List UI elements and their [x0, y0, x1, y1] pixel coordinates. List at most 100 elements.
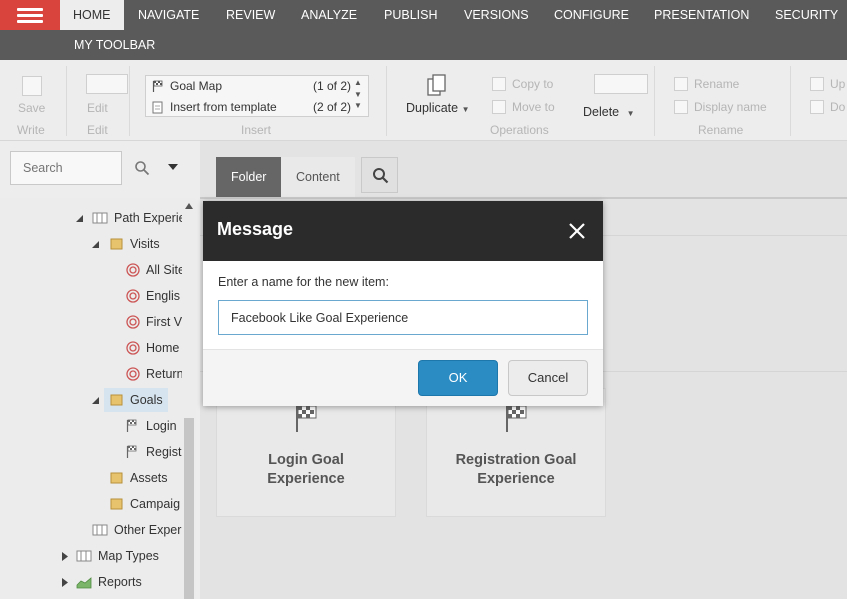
- card-title: Registration Goal Experience: [427, 451, 605, 489]
- tab-home[interactable]: HOME: [60, 0, 124, 30]
- tab-content[interactable]: Content: [281, 157, 355, 197]
- move-to-label: Move to: [512, 100, 555, 114]
- display-name-checkbox[interactable]: [674, 100, 688, 114]
- tab-review[interactable]: REVIEW: [213, 0, 288, 30]
- tree-item-path-experiences[interactable]: Path Experie: [74, 206, 182, 230]
- down-checkbox[interactable]: [810, 100, 824, 114]
- duplicate-label: Duplicate: [406, 101, 459, 115]
- scroll-up-icon[interactable]: ▲: [352, 78, 364, 87]
- save-image-icon: [22, 76, 42, 96]
- tree-item-label: Reports: [98, 575, 142, 589]
- tab-folder[interactable]: Folder: [216, 157, 282, 197]
- tab-security[interactable]: SECURITY: [762, 0, 847, 30]
- tree-item-label: Campaig: [130, 497, 181, 511]
- hamburger-menu-icon[interactable]: [0, 0, 60, 30]
- move-to-checkbox[interactable]: [492, 100, 506, 114]
- ribbon-divider: [654, 66, 655, 136]
- search-icon[interactable]: [134, 160, 150, 176]
- collapse-arrow-icon[interactable]: [76, 215, 83, 222]
- scrollbar-thumb[interactable]: [184, 418, 194, 599]
- card-title-line: Registration Goal: [455, 452, 577, 468]
- tree-item-visits[interactable]: Visits: [90, 232, 182, 256]
- tree-item-label: Assets: [130, 471, 168, 485]
- ribbon-divider: [790, 66, 791, 136]
- tab-analyze[interactable]: ANALYZE: [288, 0, 370, 30]
- insert-list-scroller[interactable]: ▲ ▼ ▼: [352, 76, 364, 116]
- target-icon: [126, 315, 140, 329]
- tree-item-registration[interactable]: Regist: [124, 440, 182, 464]
- item-card-registration-goal-experience[interactable]: Registration Goal Experience: [426, 388, 606, 517]
- chevron-down-icon[interactable]: [168, 164, 178, 171]
- scroll-down-icon[interactable]: ▼: [352, 90, 364, 99]
- insert-option-label: Goal Map: [170, 79, 223, 93]
- new-item-name-input[interactable]: [218, 300, 588, 335]
- message-dialog: Message Enter a name for the new item: O…: [203, 201, 603, 406]
- up-checkbox[interactable]: [810, 77, 824, 91]
- card-title-line: Login Goal: [268, 452, 344, 468]
- edit-button[interactable]: Edit: [87, 101, 108, 115]
- path-map-icon: [92, 212, 108, 224]
- tree-item-home[interactable]: Home: [124, 336, 182, 360]
- target-icon: [126, 263, 140, 277]
- dialog-footer: OK Cancel: [203, 349, 603, 406]
- edit-image-icon: [86, 74, 128, 94]
- ok-button[interactable]: OK: [418, 360, 498, 396]
- card-title-line: Experience: [477, 471, 555, 487]
- expand-arrow-icon[interactable]: [62, 552, 68, 561]
- main-search-button[interactable]: [361, 157, 398, 193]
- tab-navigate[interactable]: NAVIGATE: [125, 0, 212, 30]
- insert-option-goal-map[interactable]: Goal Map (1 of 2): [146, 76, 351, 96]
- collapse-arrow-icon[interactable]: [92, 397, 99, 404]
- tree-item-map-types[interactable]: Map Types: [58, 544, 182, 568]
- tree-item-other-experiences[interactable]: Other Experi: [90, 518, 182, 542]
- target-icon: [126, 367, 140, 381]
- down-label: Do: [830, 100, 846, 114]
- tree-scrollbar[interactable]: [182, 198, 196, 599]
- tree-item-campaigns[interactable]: Campaig: [108, 492, 182, 516]
- delete-label: Delete: [583, 105, 620, 119]
- expand-arrow-icon[interactable]: [62, 578, 68, 587]
- duplicate-button[interactable]: Duplicate ▼: [406, 101, 470, 115]
- tree-item-label: Map Types: [98, 549, 159, 563]
- cancel-button[interactable]: Cancel: [508, 360, 588, 396]
- tab-versions[interactable]: VERSIONS: [451, 0, 542, 30]
- rename-checkbox[interactable]: [674, 77, 688, 91]
- tree-item-all-site[interactable]: All Site: [124, 258, 182, 282]
- tree-item-goals[interactable]: Goals: [90, 388, 182, 412]
- tree-item-assets[interactable]: Assets: [108, 466, 182, 490]
- search-input[interactable]: [10, 151, 122, 185]
- dialog-header: Message: [203, 201, 603, 261]
- close-icon[interactable]: [567, 221, 587, 241]
- chevron-down-icon: ▼: [626, 109, 635, 118]
- edit-group-label: Edit: [87, 123, 108, 137]
- scroll-up-icon[interactable]: [185, 203, 193, 209]
- collapse-arrow-icon[interactable]: [92, 241, 99, 248]
- flag-icon: [296, 405, 317, 432]
- content-tree: Path Experie Visits All Site Englis Firs…: [0, 198, 182, 599]
- save-button[interactable]: Save: [18, 101, 45, 115]
- tree-item-label: Return: [146, 367, 182, 381]
- tab-presentation[interactable]: PRESENTATION: [641, 0, 762, 30]
- ribbon-divider: [129, 66, 130, 136]
- expand-icon[interactable]: ▼: [352, 101, 364, 110]
- tree-item-english[interactable]: Englis: [124, 284, 182, 308]
- tree-item-return[interactable]: Return: [124, 362, 182, 386]
- copy-to-checkbox[interactable]: [492, 77, 506, 91]
- duplicate-icon: [427, 74, 446, 96]
- path-map-icon: [76, 550, 92, 562]
- tree-item-label: Goals: [130, 393, 163, 407]
- tree-item-first-visit[interactable]: First V: [124, 310, 182, 334]
- ribbon: Save Write Edit Edit Goal Map (1 of 2) I…: [0, 60, 847, 141]
- card-title-line: Experience: [267, 471, 345, 487]
- tree-item-reports[interactable]: Reports: [58, 570, 182, 594]
- delete-button[interactable]: Delete ▼: [583, 105, 635, 119]
- operations-group-label: Operations: [490, 123, 549, 137]
- my-toolbar-tab[interactable]: MY TOOLBAR: [74, 30, 155, 60]
- tree-item-login[interactable]: Login: [124, 414, 182, 438]
- path-map-icon: [92, 524, 108, 536]
- tab-configure[interactable]: CONFIGURE: [541, 0, 642, 30]
- insert-option-from-template[interactable]: Insert from template (2 of 2): [146, 97, 351, 117]
- tab-publish[interactable]: PUBLISH: [371, 0, 451, 30]
- write-group-label: Write: [17, 123, 45, 137]
- item-card-login-goal-experience[interactable]: Login Goal Experience: [216, 388, 396, 517]
